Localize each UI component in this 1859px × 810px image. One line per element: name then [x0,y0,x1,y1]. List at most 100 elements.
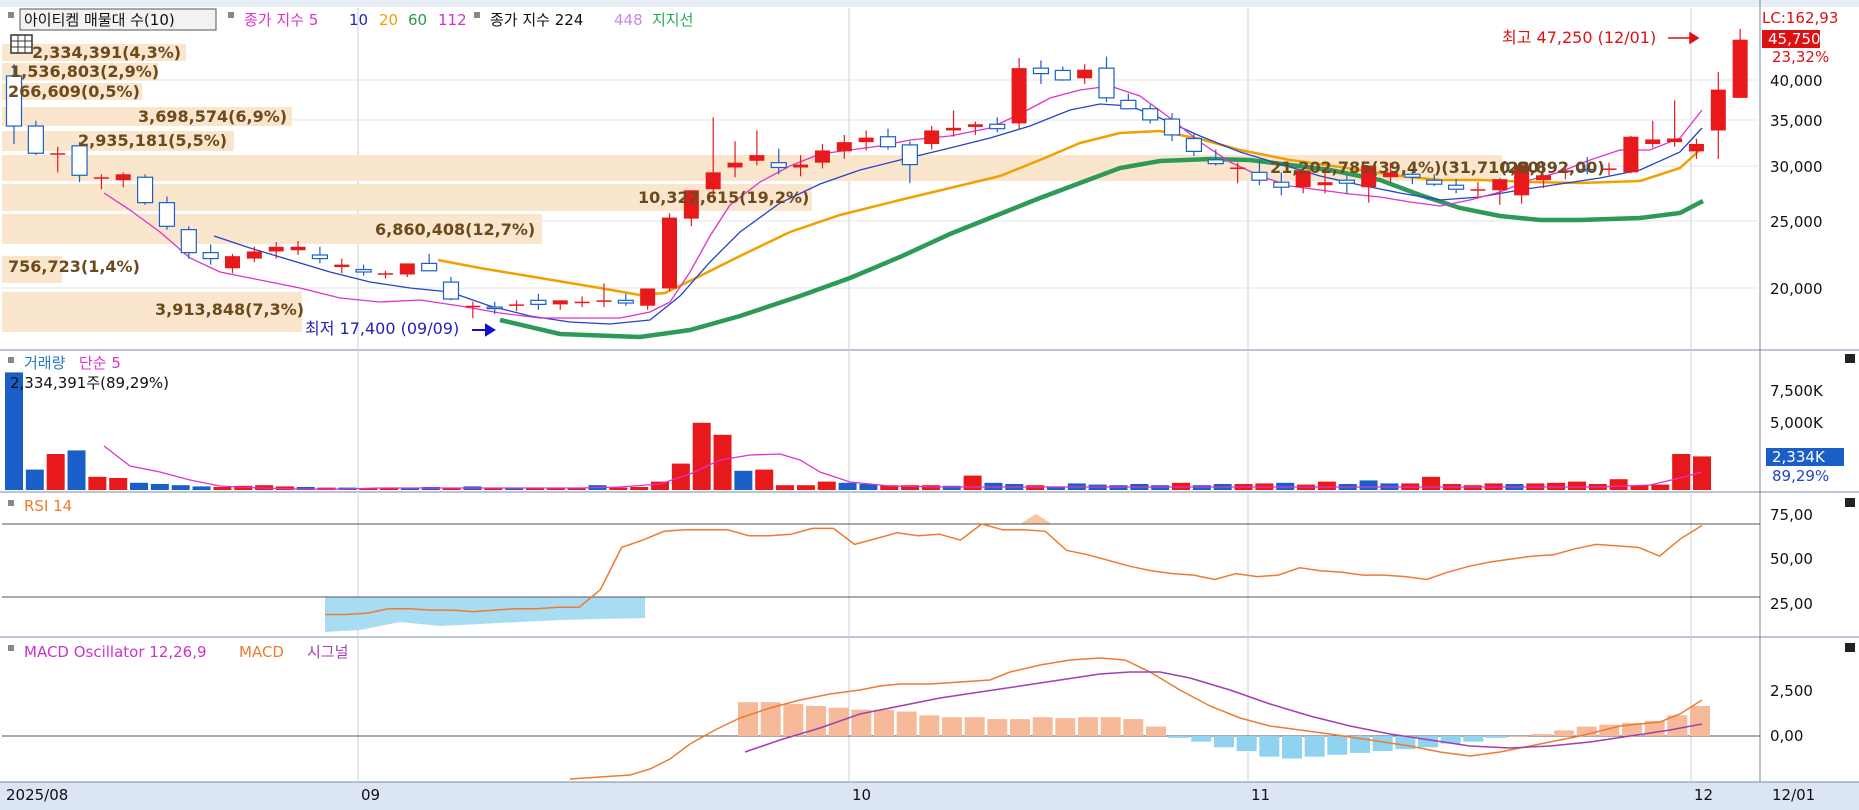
x-label-09: 09 [361,786,380,804]
candle-body [530,299,547,305]
volume-current-label: 2,334K [1772,448,1826,466]
price-tick-20000: 20,000 [1770,280,1823,298]
candle-body [1011,68,1027,124]
profile-label-2: 1,536,803(2,9%) [10,62,159,81]
candle-body [27,125,44,154]
candle-body [814,150,830,163]
macd-oscillator-bar [1032,717,1053,736]
macd-oscillator-bar [1259,736,1280,757]
x-label-2025-08: 2025/08 [6,786,68,804]
volume-pct-label: 89,29% [1772,467,1829,485]
candle-body [71,145,88,176]
close-icon[interactable] [1845,354,1855,363]
macd-oscillator-bar [1100,717,1121,736]
lc-label: LC:162,93 [1762,9,1838,27]
indicator-box-label: 아이티켐 매물대 수(10) [24,11,175,29]
macd-oscillator-bar [1168,736,1189,738]
volume-bar [213,487,232,490]
macd-oscillator-bar [1282,736,1302,759]
x-label-10: 10 [852,786,871,804]
ma2-period-448: 448 [614,11,643,29]
grid-calc-icon[interactable] [10,34,33,54]
rsi-title: RSI 14 [24,497,72,515]
candle-body [1077,69,1093,79]
volume-title: 거래량 [24,354,66,372]
volume-bar [171,485,190,490]
legend-bullet-icon [228,12,234,18]
ma2-legend-title: 종가 지수 224 [490,11,583,29]
macd-oscillator-bar [1531,734,1552,736]
candle-body [509,304,525,306]
volume-bar [192,486,211,490]
macd-title: MACD [239,643,284,661]
candle-body [1163,118,1181,136]
macd-oscillator-bar [1304,736,1325,757]
volume-bar [1651,484,1670,490]
support-value-label: (28,892,00) [1500,158,1605,177]
x-label-11: 11 [1251,786,1270,804]
candle-body [705,172,721,190]
candle-body [158,202,176,227]
macd-signal-title: 시그널 [307,643,348,661]
candle-body [1710,89,1726,131]
candle-body [749,155,765,161]
candle-body [115,174,131,181]
volume-tick-7500: 7,500K [1770,382,1824,400]
volume-tick-5000: 5,000K [1770,414,1824,432]
rsi-tick-75: 75,00 [1770,506,1813,524]
ma-period-10: 10 [349,11,368,29]
volume-bar [130,482,149,490]
candle-body [268,246,284,252]
volume-bar [692,422,711,490]
macd-oscillator-bar [783,704,804,736]
x-label-12: 12 [1694,786,1713,804]
legend-bullet-icon [8,645,14,651]
volume-bar [1609,479,1628,490]
volume-bar [776,485,795,490]
candle-body [836,142,852,152]
stock-chart[interactable]: 아이티켐 매물대 수(10) 종가 지수 5 10 20 60 112 종가 지… [0,0,1859,810]
candle-body [1338,179,1355,184]
candle-body [1732,39,1748,98]
volume-bar [1359,480,1378,490]
macd-oscillator-bar [987,719,1008,736]
macd-oscillator-bar [738,702,758,736]
candle-body [1054,69,1071,81]
candle-body [596,300,612,302]
candle-body [1447,184,1465,190]
candle-body [617,299,634,304]
volume-bar [734,470,753,490]
candle-body [137,176,154,204]
close-icon[interactable] [1845,498,1855,507]
candle-body [1426,179,1443,185]
candle-body [1251,171,1268,181]
candle-body [1645,139,1661,144]
candle-body [377,273,393,275]
profile-label-1: 2,334,391(4,3%) [32,43,181,62]
candle-body [334,264,350,268]
price-tick-40000: 40,000 [1770,72,1823,90]
legend-bullet-icon [474,12,480,18]
candle-body [793,164,809,168]
macd-oscillator-bar [1418,736,1438,748]
ma-period-60: 60 [408,11,427,29]
macd-oscillator-bar [919,715,940,736]
macd-oscillator-bar [1690,705,1710,736]
volume-bar [46,454,65,490]
candle-body [1623,136,1639,173]
profile-label-5: 2,935,181(5,5%) [78,131,227,150]
candle-body [879,136,897,148]
profile-label-7: 10,322,615(19,2%) [638,188,809,207]
price-tick-25000: 25,000 [1770,213,1823,231]
ma-legend-title: 종가 지수 5 [244,11,318,29]
x-axis-strip [0,782,1859,810]
candle-body [486,306,503,310]
close-icon[interactable] [1845,643,1855,652]
candle-body [1273,181,1290,188]
profile-label-9: 756,723(1,4%) [8,257,140,276]
profile-label-4: 3,698,574(6,9%) [138,107,287,126]
volume-bar [963,475,982,490]
candle-body [574,301,590,304]
rsi-tick-25: 25,00 [1770,595,1813,613]
macd-oscillator-bar [1055,718,1076,736]
